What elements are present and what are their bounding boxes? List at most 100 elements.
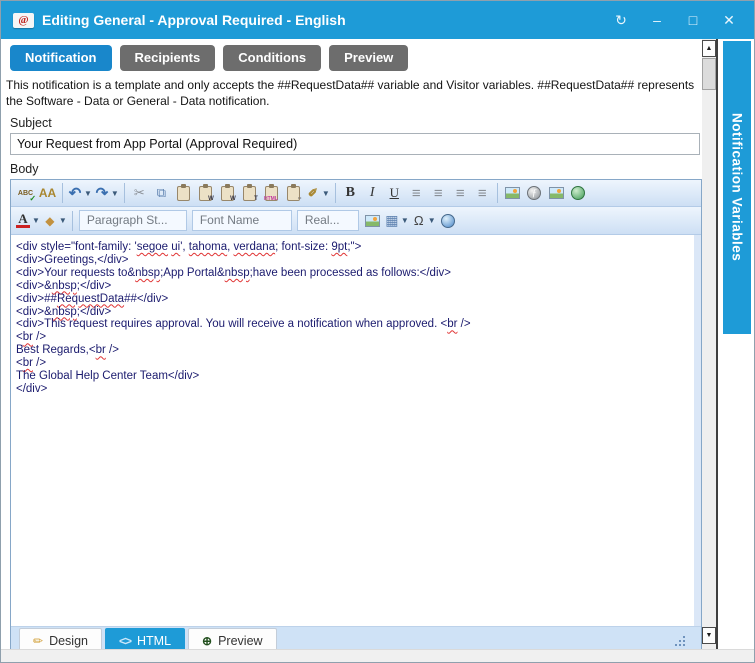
editor-tab-label: Preview: [218, 634, 262, 648]
code-line: </div>: [16, 383, 690, 396]
paste-from-word-strip-font-icon: W: [221, 186, 234, 201]
align-center-button[interactable]: ≡: [406, 182, 427, 204]
tab-preview[interactable]: Preview: [329, 45, 408, 71]
editor-toolbar-row2: A▼◆▼Paragraph St...Font NameReal...▦▼Ω▼: [11, 207, 701, 235]
paragraph-style-combo[interactable]: Paragraph St...: [79, 210, 187, 231]
refresh-button[interactable]: ↻: [612, 11, 630, 29]
find-and-replace-button[interactable]: AA: [37, 182, 58, 204]
font-name-combo[interactable]: Font Name: [192, 210, 292, 231]
html-source-editor[interactable]: <div style="font-family: 'segoe ui', tah…: [11, 235, 701, 626]
cut-button[interactable]: ✂: [129, 182, 150, 204]
spellcheck-icon: ABC✓: [18, 185, 33, 201]
code-line: <div>This request requires approval. You…: [16, 318, 690, 331]
paste-from-word-icon: W: [199, 186, 212, 201]
insert-symbol-button[interactable]: Ω▼: [411, 210, 437, 232]
find-and-replace-icon: AA: [39, 185, 56, 201]
justify-icon: ≡: [431, 185, 445, 201]
tab-recipients[interactable]: Recipients: [120, 45, 216, 71]
editor-tab-label: HTML: [137, 634, 171, 648]
code-line: The Global Help Center Team</div>: [16, 370, 690, 383]
paste-html-button[interactable]: HTML: [261, 182, 282, 204]
vertical-scrollbar[interactable]: ▲ ▼: [702, 39, 718, 651]
format-painter-icon: ✐: [306, 185, 320, 201]
insert-object-icon: [441, 214, 455, 228]
align-center-icon: ≡: [409, 185, 423, 201]
resize-grip-icon[interactable]: [675, 644, 677, 646]
font-size-combo[interactable]: Real...: [297, 210, 359, 231]
app-icon-glyph: @: [18, 14, 28, 26]
toolbar-separator: [72, 211, 73, 231]
insert-object-button[interactable]: [438, 210, 459, 232]
editor-tab-label: Design: [49, 634, 88, 648]
code-line: <div>Greetings,</div>: [16, 254, 690, 267]
toolbar-separator: [62, 183, 63, 203]
main-panel: NotificationRecipientsConditionsPreview …: [2, 39, 702, 651]
toolbar-separator: [335, 183, 336, 203]
tab-notification[interactable]: Notification: [10, 45, 112, 71]
insert-table-button[interactable]: ▦▼: [384, 210, 410, 232]
copy-icon: ⧉: [154, 185, 168, 201]
spellcheck-button[interactable]: ABC✓: [15, 182, 36, 204]
paste-from-word-button[interactable]: W: [195, 182, 216, 204]
media-manager-button[interactable]: [546, 182, 567, 204]
font-color-icon: A: [16, 213, 30, 228]
badge: ✓: [29, 194, 36, 203]
paste-html-icon: HTML: [265, 186, 278, 201]
magnifier-icon: ⊕: [202, 634, 212, 648]
flash-manager-icon: ƒ: [527, 186, 541, 200]
align-left-button[interactable]: ≡: [450, 182, 471, 204]
copy-button[interactable]: ⧉: [151, 182, 172, 204]
flash-manager-button[interactable]: ƒ: [524, 182, 545, 204]
undo-button[interactable]: ↶▼: [67, 182, 93, 204]
align-right-button[interactable]: ≡: [472, 182, 493, 204]
insert-symbol-icon: Ω: [412, 213, 426, 229]
editor-toolbar-row1: ABC✓AA↶▼↷▼✂⧉WWTHTML··✐▼BIU≡≡≡≡ƒ: [11, 180, 701, 207]
insert-image-button[interactable]: [502, 182, 523, 204]
font-color-button[interactable]: A▼: [15, 210, 41, 232]
paste-from-word-strip-font-button[interactable]: W: [217, 182, 238, 204]
align-left-icon: ≡: [453, 185, 467, 201]
body-label: Body: [10, 162, 702, 176]
badge: ··: [298, 196, 302, 202]
bold-button[interactable]: B: [340, 182, 361, 204]
justify-button[interactable]: ≡: [428, 182, 449, 204]
dropdown-arrow-icon: ▼: [428, 216, 436, 225]
scroll-down-icon[interactable]: ▼: [702, 627, 716, 644]
image-manager-button[interactable]: [362, 210, 383, 232]
dropdown-arrow-icon: ▼: [111, 189, 119, 198]
notification-variables-tab[interactable]: Notification Variables: [723, 41, 751, 334]
subject-input[interactable]: [10, 133, 700, 155]
background-color-button[interactable]: ◆▼: [42, 210, 68, 232]
dropdown-arrow-icon: ▼: [322, 189, 330, 198]
underline-icon: U: [387, 185, 401, 201]
hyperlink-manager-button[interactable]: [568, 182, 589, 204]
window-resize-border: [1, 649, 754, 662]
code-line: <div>Your requests to&nbsp;App Portal&nb…: [16, 267, 690, 280]
badge: HTML: [264, 196, 278, 202]
scroll-up-icon[interactable]: ▲: [702, 40, 716, 57]
format-painter-button[interactable]: ✐▼: [305, 182, 331, 204]
paste-button[interactable]: [173, 182, 194, 204]
close-button[interactable]: ✕: [720, 11, 738, 29]
redo-button[interactable]: ↷▼: [94, 182, 120, 204]
redo-icon: ↷: [95, 185, 109, 201]
scrollbar-thumb[interactable]: [702, 58, 716, 90]
code-line: Best Regards,<br />: [16, 344, 690, 357]
image-manager-icon: [365, 215, 380, 227]
paste-special-button[interactable]: ··: [283, 182, 304, 204]
cut-icon: ✂: [132, 185, 146, 201]
dropdown-arrow-icon: ▼: [84, 189, 92, 198]
background-color-icon: ◆: [43, 213, 57, 229]
paste-plain-text-button[interactable]: T: [239, 182, 260, 204]
dropdown-arrow-icon: ▼: [401, 216, 409, 225]
italic-button[interactable]: I: [362, 182, 383, 204]
underline-button[interactable]: U: [384, 182, 405, 204]
tab-conditions[interactable]: Conditions: [223, 45, 321, 71]
italic-icon: I: [365, 185, 379, 201]
badge: T: [254, 196, 258, 202]
window-title: Editing General - Approval Required - En…: [42, 12, 612, 28]
code-line: <br />: [16, 331, 690, 344]
html-editor: ABC✓AA↶▼↷▼✂⧉WWTHTML··✐▼BIU≡≡≡≡ƒ A▼◆▼Para…: [10, 179, 702, 654]
minimize-button[interactable]: –: [648, 11, 666, 29]
maximize-button[interactable]: □: [684, 11, 702, 29]
